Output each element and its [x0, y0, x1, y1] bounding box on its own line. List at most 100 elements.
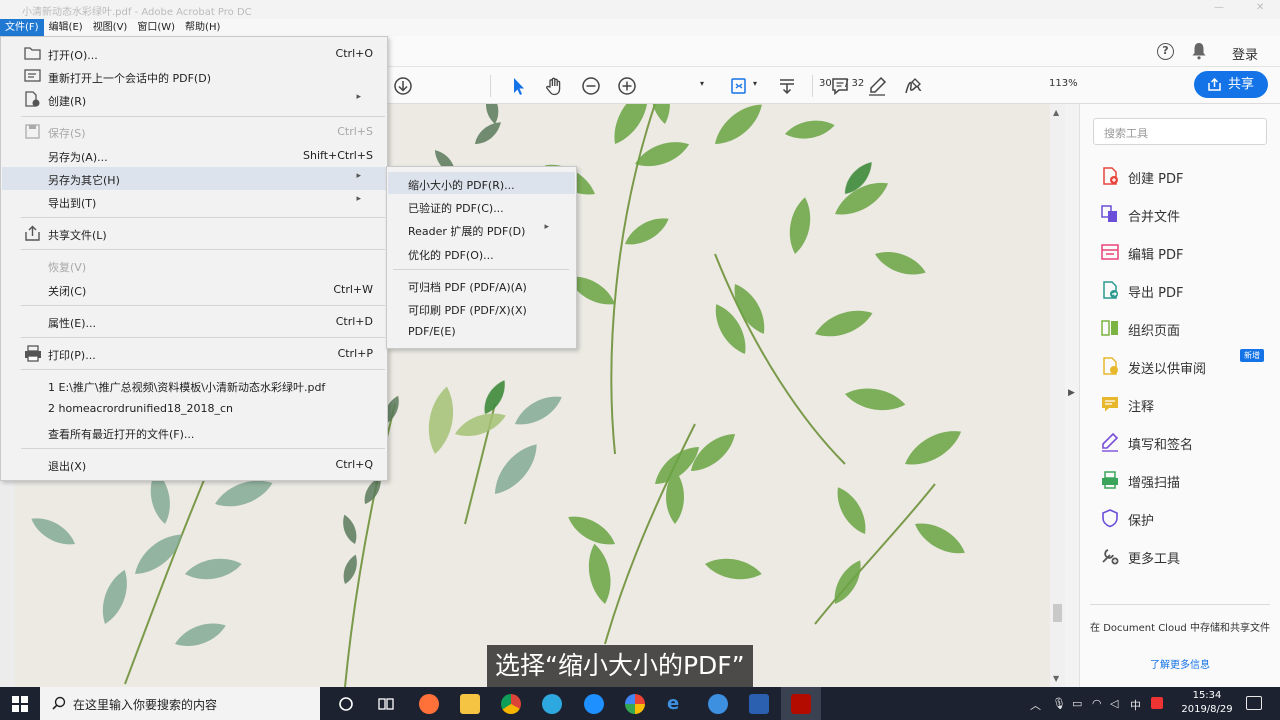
menu-item-save-as-other[interactable]: 另存为其它(H) ▸	[2, 167, 387, 190]
menu-item-export-to[interactable]: 导出到(T) ▸	[2, 190, 387, 213]
zoom-level-select[interactable]: 113%	[1049, 78, 1078, 89]
submenu-reduced-size-pdf[interactable]: 缩小大小的 PDF(R)...	[388, 172, 575, 194]
send-review-icon	[1103, 357, 1118, 375]
app-icon[interactable]	[584, 694, 604, 714]
collapse-pane-strip[interactable]: ▶	[1065, 104, 1080, 687]
menu-file[interactable]: 文件(F)	[0, 19, 44, 36]
scroll-up-icon[interactable]: ▲	[1053, 108, 1059, 117]
taskbar-clock[interactable]: 15:34 2019/8/29	[1172, 689, 1242, 717]
tool-edit-pdf[interactable]: 编辑 PDF	[1100, 239, 1275, 265]
share-label: 共享	[1228, 77, 1255, 92]
menu-item-close[interactable]: 关闭(C) Ctrl+W	[2, 278, 387, 301]
wifi-icon[interactable]: ◠	[1092, 697, 1102, 710]
menu-item-share-file[interactable]: 共享文件(L)	[2, 222, 387, 245]
chevron-down-icon[interactable]: ▾	[700, 79, 704, 88]
page-down-icon[interactable]	[392, 75, 414, 97]
ime-indicator[interactable]: 中	[1130, 697, 1141, 713]
menu-item-create[interactable]: 创建(R) ▸	[2, 88, 387, 111]
tool-export-pdf[interactable]: 导出 PDF	[1100, 277, 1275, 303]
clock-date: 2019/8/29	[1181, 704, 1233, 715]
collapse-right-icon[interactable]: ▶	[1068, 388, 1075, 398]
tool-comment[interactable]: 注释	[1100, 391, 1275, 417]
file-explorer-icon[interactable]	[460, 694, 480, 714]
share-button[interactable]: 共享	[1194, 71, 1268, 98]
windows-start-icon[interactable]	[12, 696, 28, 712]
ie-icon[interactable]	[708, 694, 728, 714]
firefox-icon[interactable]	[419, 694, 439, 714]
task-view-icon[interactable]	[378, 696, 396, 712]
submenu-pdf-e[interactable]: PDF/E(E)	[388, 320, 575, 342]
taskbar-search-box[interactable]: 在这里输入你要搜索的内容	[40, 687, 320, 720]
cortana-icon[interactable]	[338, 696, 354, 712]
sogou-ime-icon[interactable]	[1151, 697, 1163, 709]
zoom-out-icon[interactable]	[580, 75, 602, 97]
submenu-certified-pdf[interactable]: 已验证的 PDF(C)...	[388, 195, 575, 217]
chevron-down-icon[interactable]: ▾	[753, 79, 757, 88]
login-link[interactable]: 登录	[1232, 44, 1258, 63]
menu-item-recent-1[interactable]: 1 E:\推广\推广总视频\资料模板\小清新动态水彩绿叶.pdf	[2, 374, 387, 397]
menu-item-save-as[interactable]: 另存为(A)... Shift+Ctrl+S	[2, 144, 387, 167]
tool-combine-files[interactable]: 合并文件	[1100, 201, 1275, 227]
tool-protect[interactable]: 保护	[1100, 505, 1275, 531]
acrobat-icon[interactable]	[791, 694, 811, 714]
menu-help[interactable]: 帮助(H)	[180, 19, 225, 36]
volume-icon[interactable]: ◁	[1110, 697, 1118, 710]
export-pdf-icon	[1103, 281, 1118, 299]
menu-item-print[interactable]: 打印(P)... Ctrl+P	[2, 342, 387, 365]
sign-icon[interactable]	[902, 75, 924, 97]
scrollbar-thumb[interactable]	[1053, 604, 1062, 622]
minimize-button[interactable]: —	[1214, 2, 1224, 13]
submenu-reader-extended-pdf[interactable]: Reader 扩展的 PDF(D) ▸	[388, 218, 575, 240]
photo-app-icon[interactable]	[625, 694, 645, 714]
close-button[interactable]: ✕	[1256, 2, 1264, 13]
menu-item-view-all-recent[interactable]: 查看所有最近打开的文件(F)...	[2, 421, 387, 444]
share-icon	[25, 225, 40, 241]
submenu-optimized-pdf[interactable]: 优化的 PDF(O)...	[388, 242, 575, 264]
submenu-arrow-icon: ▸	[544, 222, 549, 232]
tools-pane: 搜索工具 创建 PDF 合并文件 编辑 PDF 导出 PDF 组织页面 发送以供…	[1080, 104, 1280, 687]
comment-icon[interactable]	[829, 75, 851, 97]
video-subtitle: 选择“缩小大小的PDF”	[487, 645, 753, 687]
scroll-mode-icon[interactable]	[776, 75, 798, 97]
submenu-archivable-pdf[interactable]: 可归档 PDF (PDF/A)(A)	[388, 274, 575, 296]
wps-icon[interactable]	[749, 694, 769, 714]
title-bar: 小清新动态水彩绿叶.pdf - Adobe Acrobat Pro DC — ✕	[0, 0, 1280, 19]
vertical-scrollbar[interactable]: ▲ ▼	[1050, 104, 1065, 687]
menu-item-reopen-session[interactable]: 重新打开上一个会话中的 PDF(D)	[2, 65, 387, 88]
help-icon[interactable]: ?	[1157, 43, 1174, 60]
more-tools-icon	[1102, 549, 1119, 565]
microphone-icon[interactable]: 🎙	[1052, 697, 1066, 710]
tool-enhance-scan[interactable]: 增强扫描	[1100, 467, 1275, 493]
menu-item-properties[interactable]: 属性(E)... Ctrl+D	[2, 310, 387, 333]
fit-page-icon[interactable]	[728, 75, 750, 97]
edge-icon[interactable]: e	[667, 694, 687, 714]
tool-fill-sign[interactable]: 填写和签名	[1100, 429, 1275, 455]
select-cursor-icon[interactable]	[507, 75, 529, 97]
notification-icon[interactable]	[1246, 696, 1262, 710]
bell-icon[interactable]	[1191, 42, 1207, 60]
menu-item-recent-2[interactable]: 2 homeacrordrunified18_2018_cn	[2, 397, 387, 420]
menu-window[interactable]: 窗口(W)	[132, 19, 180, 36]
menu-item-exit[interactable]: 退出(X) Ctrl+Q	[2, 453, 387, 476]
tool-more-tools[interactable]: 更多工具	[1100, 543, 1275, 569]
search-tools-input[interactable]: 搜索工具	[1093, 118, 1267, 145]
scroll-down-icon[interactable]: ▼	[1053, 674, 1059, 683]
zoom-in-icon[interactable]	[616, 75, 638, 97]
chevron-up-icon[interactable]: ︿	[1030, 697, 1041, 713]
tool-organize-pages[interactable]: 组织页面	[1100, 315, 1275, 341]
tool-create-pdf[interactable]: 创建 PDF	[1100, 163, 1275, 189]
chrome-icon[interactable]	[501, 694, 521, 714]
learn-more-link[interactable]: 了解更多信息	[1090, 656, 1270, 671]
toolbar: 30 / 32 113% ▾ ▾ 共享	[388, 67, 1280, 104]
menu-view[interactable]: 视图(V)	[88, 19, 133, 36]
toolbar-separator	[490, 75, 491, 97]
highlight-pen-icon[interactable]	[866, 75, 888, 97]
battery-icon[interactable]: ▭	[1072, 697, 1082, 710]
menu-edit[interactable]: 编辑(E)	[44, 19, 88, 36]
submenu-printable-pdf[interactable]: 可印刷 PDF (PDF/X)(X)	[388, 297, 575, 319]
qq-browser-icon[interactable]	[542, 694, 562, 714]
menu-item-open[interactable]: 打开(O)... Ctrl+O	[2, 42, 387, 65]
hand-tool-icon[interactable]	[543, 75, 565, 97]
protect-icon	[1102, 509, 1118, 528]
toolbar-separator	[812, 75, 813, 97]
